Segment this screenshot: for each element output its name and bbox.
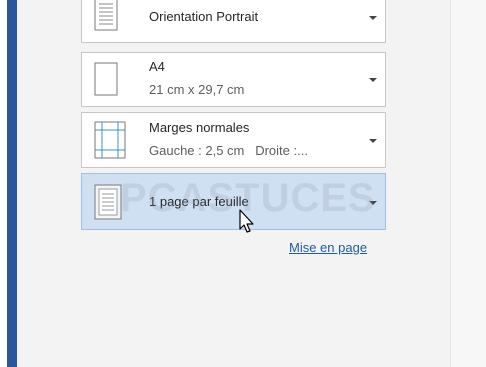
margins-dropdown[interactable]: Marges normales Gauche : 2,5 cm Droite :… xyxy=(81,112,386,168)
chevron-down-icon xyxy=(369,78,377,82)
margins-title: Marges normales xyxy=(149,120,250,135)
portrait-document-icon xyxy=(94,0,118,31)
margins-grid-icon xyxy=(94,121,126,159)
pages-per-sheet-title: 1 page par feuille xyxy=(149,194,249,209)
blank-page-icon xyxy=(94,62,118,96)
orientation-dropdown[interactable]: Orientation Portrait xyxy=(81,0,386,43)
pages-per-sheet-dropdown[interactable]: 1 page par feuille xyxy=(81,173,386,230)
chevron-down-icon xyxy=(369,139,377,143)
paper-size-title: A4 xyxy=(149,59,165,74)
orientation-title: Orientation Portrait xyxy=(149,9,259,24)
page-setup-link[interactable]: Mise en page xyxy=(289,240,367,255)
chevron-down-icon xyxy=(369,201,377,205)
backstage-nav-rail xyxy=(7,0,17,367)
window-edge xyxy=(0,0,7,367)
paper-size-dimensions: 21 cm x 29,7 cm xyxy=(149,82,245,97)
paper-size-dropdown[interactable]: A4 21 cm x 29,7 cm xyxy=(81,52,386,107)
chevron-down-icon xyxy=(369,16,377,20)
mouse-pointer-icon xyxy=(239,209,254,233)
margins-details: Gauche : 2,5 cm Droite :... xyxy=(149,143,308,158)
print-preview-pane xyxy=(451,0,486,367)
single-page-icon xyxy=(94,184,122,220)
